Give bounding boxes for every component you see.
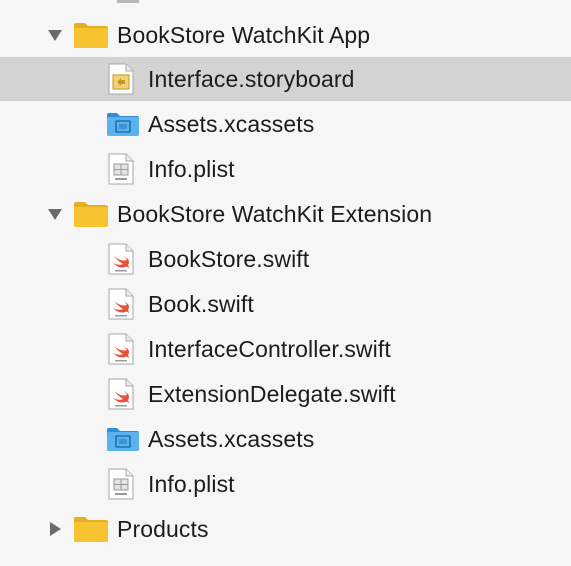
yellow-folder-icon	[73, 200, 109, 228]
group-row-products[interactable]: Products	[0, 507, 571, 551]
file-label: Info.plist	[148, 156, 235, 182]
file-label: Assets.xcassets	[148, 111, 315, 137]
swift-file-icon	[108, 243, 134, 275]
file-row-extension-info-plist[interactable]: Info.plist	[0, 462, 571, 506]
file-row-bookstore-swift[interactable]: BookStore.swift	[0, 237, 571, 281]
group-row-watchkit-app[interactable]: BookStore WatchKit App	[0, 13, 571, 57]
swift-file-icon	[108, 288, 134, 320]
file-row-extensiondelegate-swift[interactable]: ExtensionDelegate.swift	[0, 372, 571, 416]
file-label: ExtensionDelegate.swift	[148, 381, 396, 407]
previous-row-icon-sliver	[117, 0, 139, 3]
group-label: BookStore WatchKit App	[117, 22, 371, 48]
group-label: BookStore WatchKit Extension	[117, 201, 433, 227]
file-row-assets-xcassets[interactable]: Assets.xcassets	[0, 102, 571, 146]
file-label: InterfaceController.swift	[148, 336, 391, 362]
file-label: Interface.storyboard	[148, 66, 355, 92]
asset-catalog-icon	[106, 426, 140, 452]
file-label: Assets.xcassets	[148, 426, 315, 452]
asset-catalog-icon	[106, 111, 140, 137]
disclosure-collapsed-icon[interactable]	[47, 521, 63, 537]
previous-row-edge	[0, 0, 571, 6]
swift-file-icon	[108, 333, 134, 365]
yellow-folder-icon	[73, 21, 109, 49]
plist-file-icon	[108, 468, 134, 500]
file-label: Info.plist	[148, 471, 235, 497]
disclosure-expanded-icon[interactable]	[47, 206, 63, 222]
file-label: BookStore.swift	[148, 246, 310, 272]
swift-file-icon	[108, 378, 134, 410]
file-row-book-swift[interactable]: Book.swift	[0, 282, 571, 326]
storyboard-file-icon	[108, 63, 134, 95]
file-row-interfacecontroller-swift[interactable]: InterfaceController.swift	[0, 327, 571, 371]
plist-file-icon	[108, 153, 134, 185]
group-label: Products	[117, 516, 209, 542]
file-row-extension-assets-xcassets[interactable]: Assets.xcassets	[0, 417, 571, 461]
file-label: Book.swift	[148, 291, 254, 317]
file-row-interface-storyboard[interactable]: Interface.storyboard	[0, 57, 571, 101]
project-navigator: BookStore WatchKit App Interface.storybo…	[0, 0, 571, 566]
yellow-folder-icon	[73, 515, 109, 543]
file-row-info-plist[interactable]: Info.plist	[0, 147, 571, 191]
group-row-watchkit-extension[interactable]: BookStore WatchKit Extension	[0, 192, 571, 236]
disclosure-expanded-icon[interactable]	[47, 27, 63, 43]
